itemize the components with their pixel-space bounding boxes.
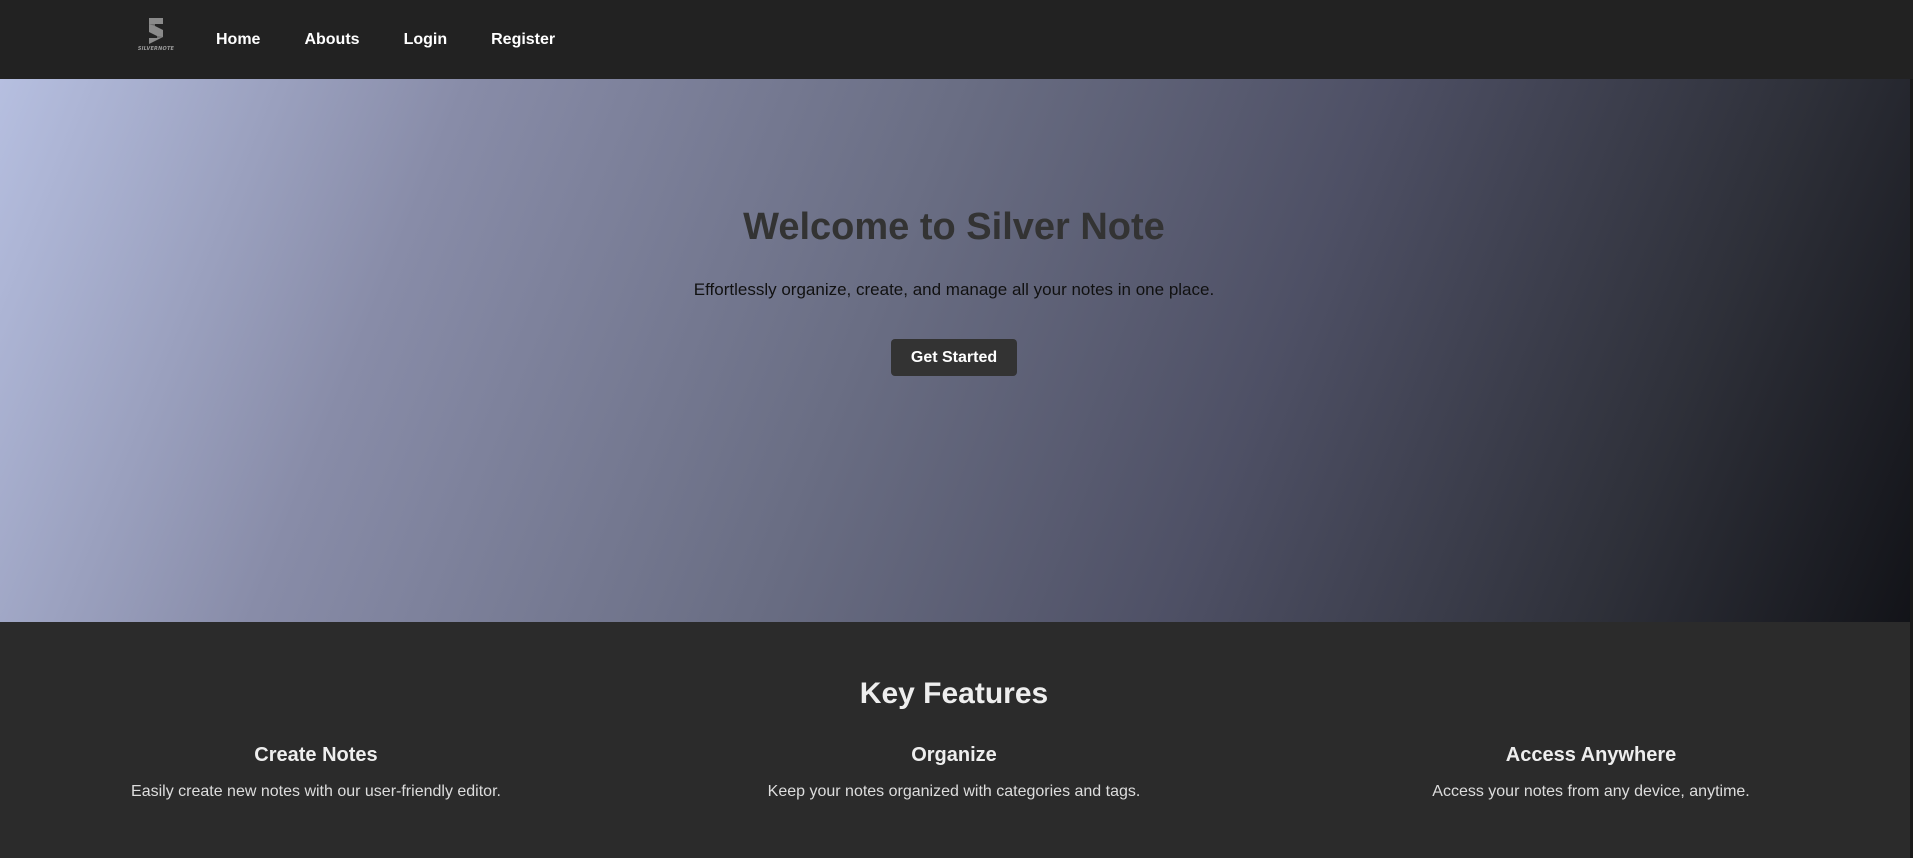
hero-subtitle: Effortlessly organize, create, and manag… xyxy=(693,280,1215,299)
hero-title: Welcome to Silver Note xyxy=(743,206,1165,248)
nav-link-login[interactable]: Login xyxy=(404,31,448,49)
feature-create-notes: Create Notes Easily create new notes wit… xyxy=(56,744,576,801)
navbar: SILVERNOTE Home Abouts Login Register xyxy=(0,0,1913,79)
get-started-button[interactable]: Get Started xyxy=(891,339,1017,376)
silvernote-s-logo-icon xyxy=(149,18,163,44)
features-section: Key Features Create Notes Easily create … xyxy=(0,622,1913,858)
nav-link-register[interactable]: Register xyxy=(491,31,555,49)
hero-section: Welcome to Silver Note Effortlessly orga… xyxy=(0,79,1913,622)
nav-link-home[interactable]: Home xyxy=(216,31,260,49)
feature-description: Access your notes from any device, anyti… xyxy=(1432,783,1750,800)
nav-links: Home Abouts Login Register xyxy=(216,0,599,79)
feature-title: Access Anywhere xyxy=(1505,744,1677,766)
nav-link-abouts[interactable]: Abouts xyxy=(304,31,359,49)
feature-access-anywhere: Access Anywhere Access your notes from a… xyxy=(1331,744,1851,801)
logo[interactable]: SILVERNOTE xyxy=(136,18,176,58)
logo-text: SILVERNOTE xyxy=(137,46,175,52)
feature-description: Easily create new notes with our user-fr… xyxy=(131,783,501,800)
feature-title: Organize xyxy=(911,744,997,766)
features-title: Key Features xyxy=(859,677,1049,710)
feature-description: Keep your notes organized with categorie… xyxy=(767,783,1141,800)
feature-title: Create Notes xyxy=(254,744,378,766)
feature-organize: Organize Keep your notes organized with … xyxy=(694,744,1214,801)
